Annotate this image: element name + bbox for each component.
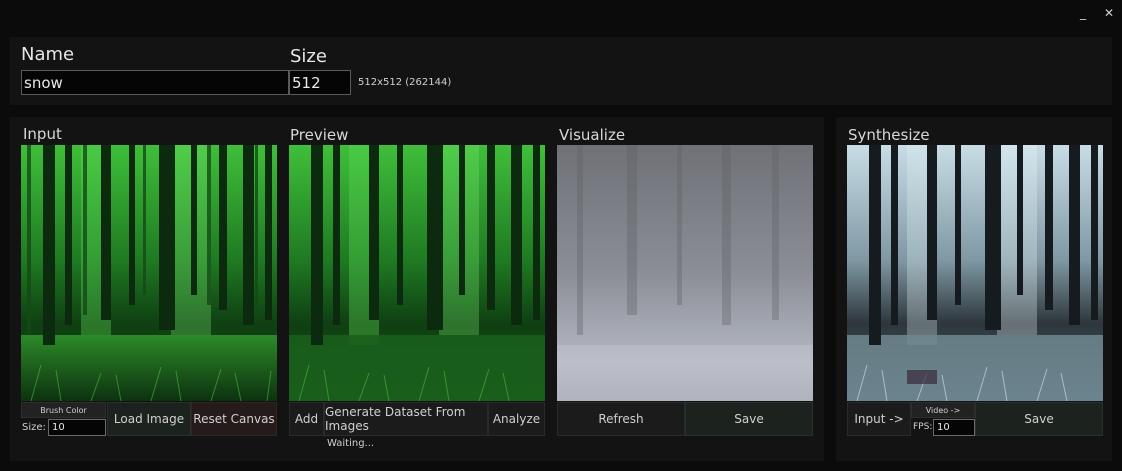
preview-forest-image [289,145,545,401]
snow-forest-image [847,145,1103,401]
input-title: Input [23,125,62,143]
refresh-button[interactable]: Refresh [557,402,685,436]
close-button[interactable]: ✕ [1096,0,1122,26]
fps-label: FPS: [913,422,933,432]
reset-canvas-button[interactable]: Reset Canvas [191,402,277,436]
title-bar [0,0,1122,26]
fog-texture-image [557,145,813,401]
visualize-image [557,145,813,401]
load-image-button[interactable]: Load Image [107,402,191,436]
brush-size-input[interactable]: 10 [48,419,106,436]
preview-title: Preview [290,126,349,144]
size-input[interactable]: 512 [289,70,351,95]
input-canvas[interactable] [21,145,277,401]
visualize-save-button[interactable]: Save [685,402,813,436]
fps-input[interactable]: 10 [933,419,975,436]
name-input[interactable]: snow [21,70,289,95]
input-to-synthesize-button[interactable]: Input -> [847,402,911,436]
status-text: Waiting... [327,438,375,449]
minimize-button[interactable]: _ [1070,0,1096,26]
visualize-title: Visualize [559,126,626,144]
generate-dataset-button[interactable]: Generate Dataset From Images [324,402,488,436]
synthesize-image [847,145,1103,401]
preview-image [289,145,545,401]
analyze-button[interactable]: Analyze [488,402,545,436]
name-label: Name [21,44,75,65]
brush-size-label: Size: [22,422,46,433]
brush-color-button[interactable]: Brush Color [21,402,106,418]
size-info: 512x512 (262144) [358,77,452,88]
green-forest-image [21,145,277,401]
synthesize-save-button[interactable]: Save [975,402,1103,436]
synthesize-title: Synthesize [848,126,930,144]
size-label: Size [290,46,327,67]
video-button[interactable]: Video -> [911,402,975,418]
add-button[interactable]: Add [289,402,324,436]
